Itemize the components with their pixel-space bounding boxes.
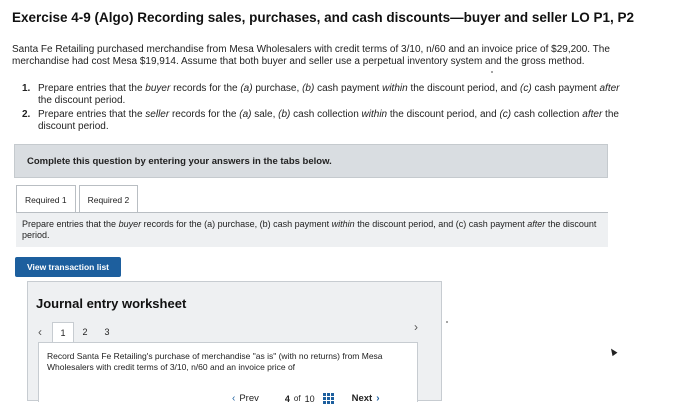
text-part: (a)	[239, 109, 252, 120]
total-pages: 10	[304, 393, 315, 404]
text-part: seller	[145, 109, 170, 120]
prev-label: Prev	[239, 393, 259, 404]
question-pager: ‹ Prev 4 of 10 Next ›	[228, 393, 384, 404]
grid-icon[interactable]	[322, 393, 334, 404]
tab-required-1[interactable]: Required 1	[16, 185, 76, 213]
text-part: buyer	[145, 83, 171, 94]
text-part: within	[382, 83, 408, 94]
tab-required-2[interactable]: Required 2	[78, 185, 139, 213]
complete-question-banner: Complete this question by entering your …	[14, 144, 608, 178]
step-number: 2.	[22, 109, 31, 120]
text-part: within	[361, 109, 388, 120]
text-part: records for the	[169, 109, 240, 120]
text-part: (c)	[520, 83, 532, 94]
text-part: cash collection	[511, 109, 583, 120]
mouse-cursor-icon	[608, 346, 618, 357]
worksheet-title: Journal entry worksheet	[36, 296, 187, 311]
text-part: after	[527, 219, 546, 229]
text-part: (c)	[499, 109, 512, 120]
view-transaction-list-button[interactable]: View transaction list	[15, 257, 121, 277]
text-part: (b)	[278, 109, 291, 120]
text-part: within	[331, 219, 355, 229]
decorative-dot	[491, 71, 493, 73]
text-part: buyer	[118, 219, 142, 229]
text-part: purchase,	[252, 83, 303, 94]
instruction-step-1: 1. Prepare entries that the buyer record…	[22, 83, 622, 107]
text-part: (a)	[240, 83, 253, 94]
text-part: cash payment	[531, 83, 600, 94]
text-part: sale,	[251, 109, 279, 120]
tab-panel-instructions: Prepare entries that the buyer records f…	[16, 213, 608, 247]
step-text: Prepare entries that the seller records …	[38, 109, 622, 133]
required-tabs: Required 1 Required 2	[16, 185, 141, 213]
next-button[interactable]: Next ›	[352, 393, 384, 404]
text-part: the discount period, and	[387, 109, 500, 120]
text-part: the discount period, and (c) cash paymen…	[354, 219, 528, 229]
worksheet-page-nav: ‹ 1 2 3	[38, 322, 118, 342]
chevron-right-icon: ›	[376, 393, 380, 404]
decorative-dot	[446, 321, 448, 323]
text-part: records for the	[170, 83, 241, 94]
chevron-right-icon[interactable]: ›	[414, 320, 418, 334]
worksheet-page-1[interactable]: 1	[52, 322, 74, 342]
next-label: Next	[351, 393, 373, 404]
step-number: 1.	[22, 83, 31, 94]
text-part: cash collection	[290, 109, 362, 120]
journal-entry-worksheet: Journal entry worksheet ‹ 1 2 3 › Record…	[27, 281, 442, 402]
text-part: Prepare entries that the	[22, 219, 119, 229]
text-part: the discount period.	[38, 95, 126, 106]
text-part: Prepare entries that the	[38, 109, 146, 120]
worksheet-page-3[interactable]: 3	[96, 322, 118, 342]
exercise-title: Exercise 4-9 (Algo) Recording sales, pur…	[12, 10, 634, 25]
text-part: the discount period, and	[407, 83, 520, 94]
instruction-steps: 1. Prepare entries that the buyer record…	[22, 83, 622, 135]
step-text: Prepare entries that the buyer records f…	[38, 83, 622, 107]
prev-button[interactable]: ‹ Prev	[228, 393, 259, 404]
text-part: records for the (a) purchase, (b) cash p…	[141, 219, 332, 229]
text-part: cash payment	[314, 83, 383, 94]
instruction-step-2: 2. Prepare entries that the seller recor…	[22, 109, 622, 133]
chevron-left-icon: ‹	[232, 393, 236, 404]
page-count: 4 of 10	[285, 393, 334, 404]
worksheet-page-2[interactable]: 2	[74, 322, 96, 342]
of-label: of	[293, 394, 301, 403]
text-part: after	[599, 83, 620, 94]
text-part: Prepare entries that the	[38, 83, 146, 94]
text-part: (b)	[302, 83, 315, 94]
intro-text: Santa Fe Retailing purchased merchandise…	[12, 44, 610, 67]
current-page: 4	[284, 393, 290, 404]
text-part: after	[582, 109, 603, 120]
chevron-left-icon[interactable]: ‹	[38, 325, 52, 339]
